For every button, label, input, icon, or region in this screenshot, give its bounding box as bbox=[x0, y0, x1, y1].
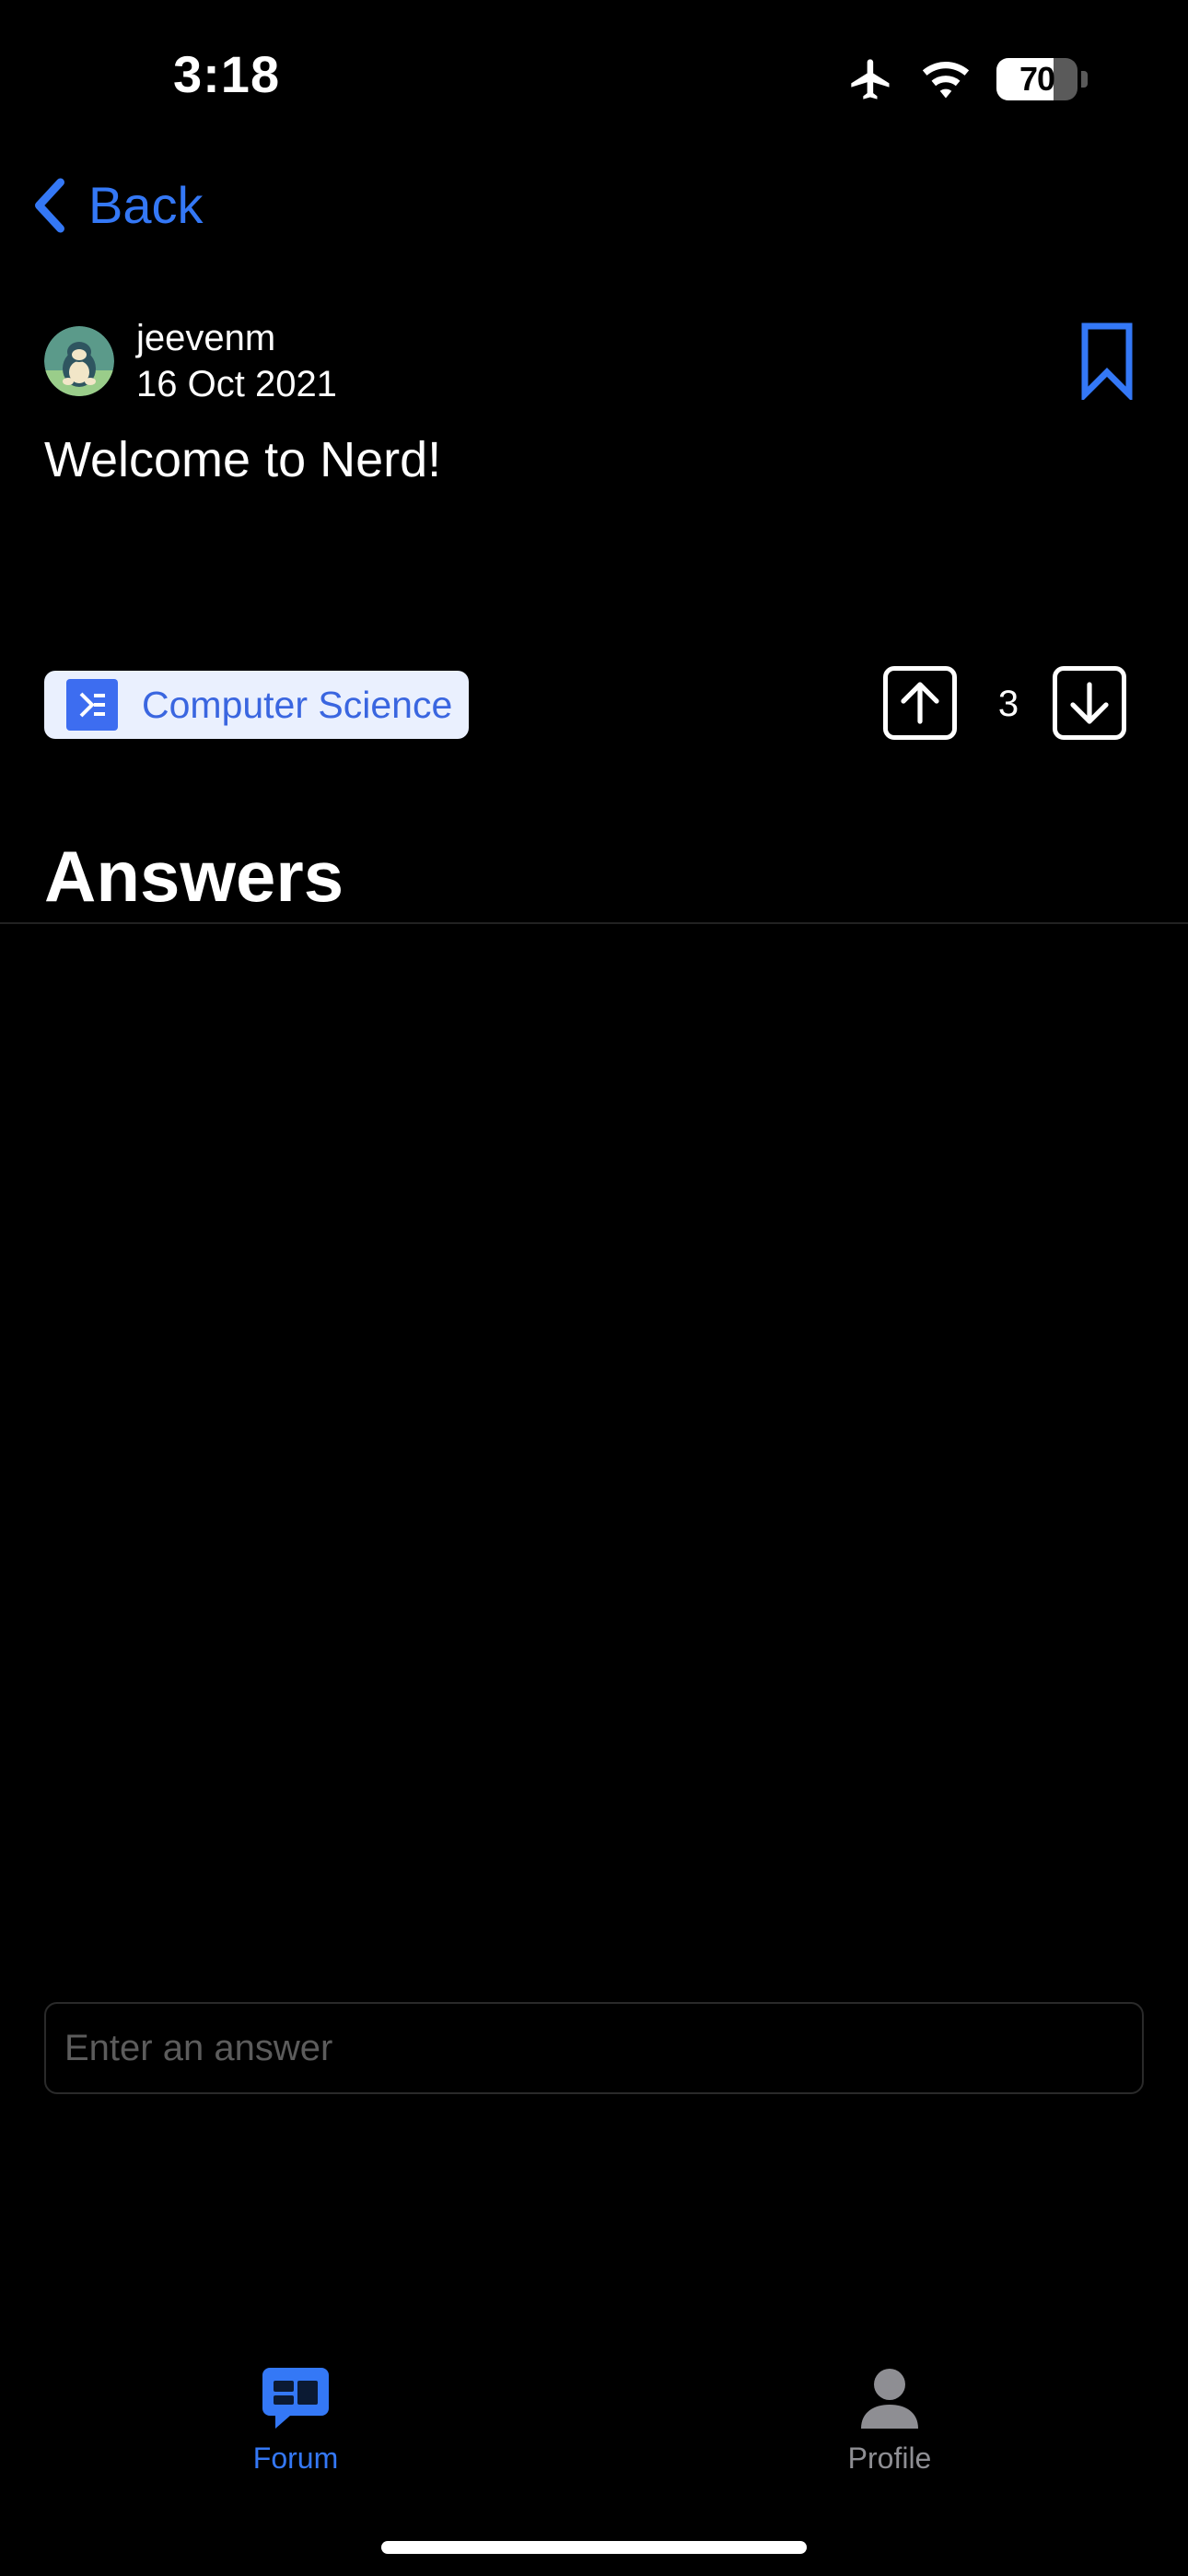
category-tag[interactable]: Computer Science bbox=[44, 671, 469, 739]
forum-icon bbox=[262, 2368, 329, 2429]
post-title: Welcome to Nerd! bbox=[44, 432, 442, 487]
status-icons: 70 bbox=[847, 52, 1088, 107]
home-indicator bbox=[381, 2541, 807, 2554]
airplane-icon bbox=[851, 59, 890, 100]
back-label: Back bbox=[88, 176, 204, 234]
post-date: 16 Oct 2021 bbox=[136, 364, 337, 404]
divider bbox=[0, 922, 1188, 924]
vote-count: 3 bbox=[997, 684, 1019, 724]
answer-input[interactable] bbox=[44, 2002, 1144, 2094]
downvote-button[interactable] bbox=[1053, 666, 1126, 740]
tab-profile[interactable]: Profile bbox=[775, 2366, 1005, 2476]
avatar[interactable] bbox=[44, 326, 114, 396]
tab-forum-label: Forum bbox=[252, 2441, 339, 2475]
answers-heading: Answers bbox=[44, 836, 344, 917]
upvote-button[interactable] bbox=[883, 666, 957, 740]
tab-forum[interactable]: Forum bbox=[181, 2366, 411, 2476]
arrow-up-icon bbox=[901, 682, 939, 724]
back-button[interactable]: Back bbox=[31, 175, 204, 235]
battery-icon: 70 bbox=[996, 58, 1077, 100]
person-icon bbox=[861, 2369, 918, 2429]
tab-profile-label: Profile bbox=[847, 2441, 932, 2475]
wifi-icon bbox=[922, 62, 970, 99]
chevron-left-icon bbox=[35, 177, 64, 233]
terminal-icon bbox=[66, 679, 118, 731]
arrow-down-icon bbox=[1070, 682, 1109, 724]
bookmark-icon[interactable] bbox=[1079, 322, 1135, 404]
status-time: 3:18 bbox=[173, 45, 281, 103]
category-tag-label: Computer Science bbox=[142, 683, 453, 726]
post-author[interactable]: jeevenm bbox=[136, 318, 275, 359]
battery-level: 70 bbox=[1019, 60, 1055, 98]
